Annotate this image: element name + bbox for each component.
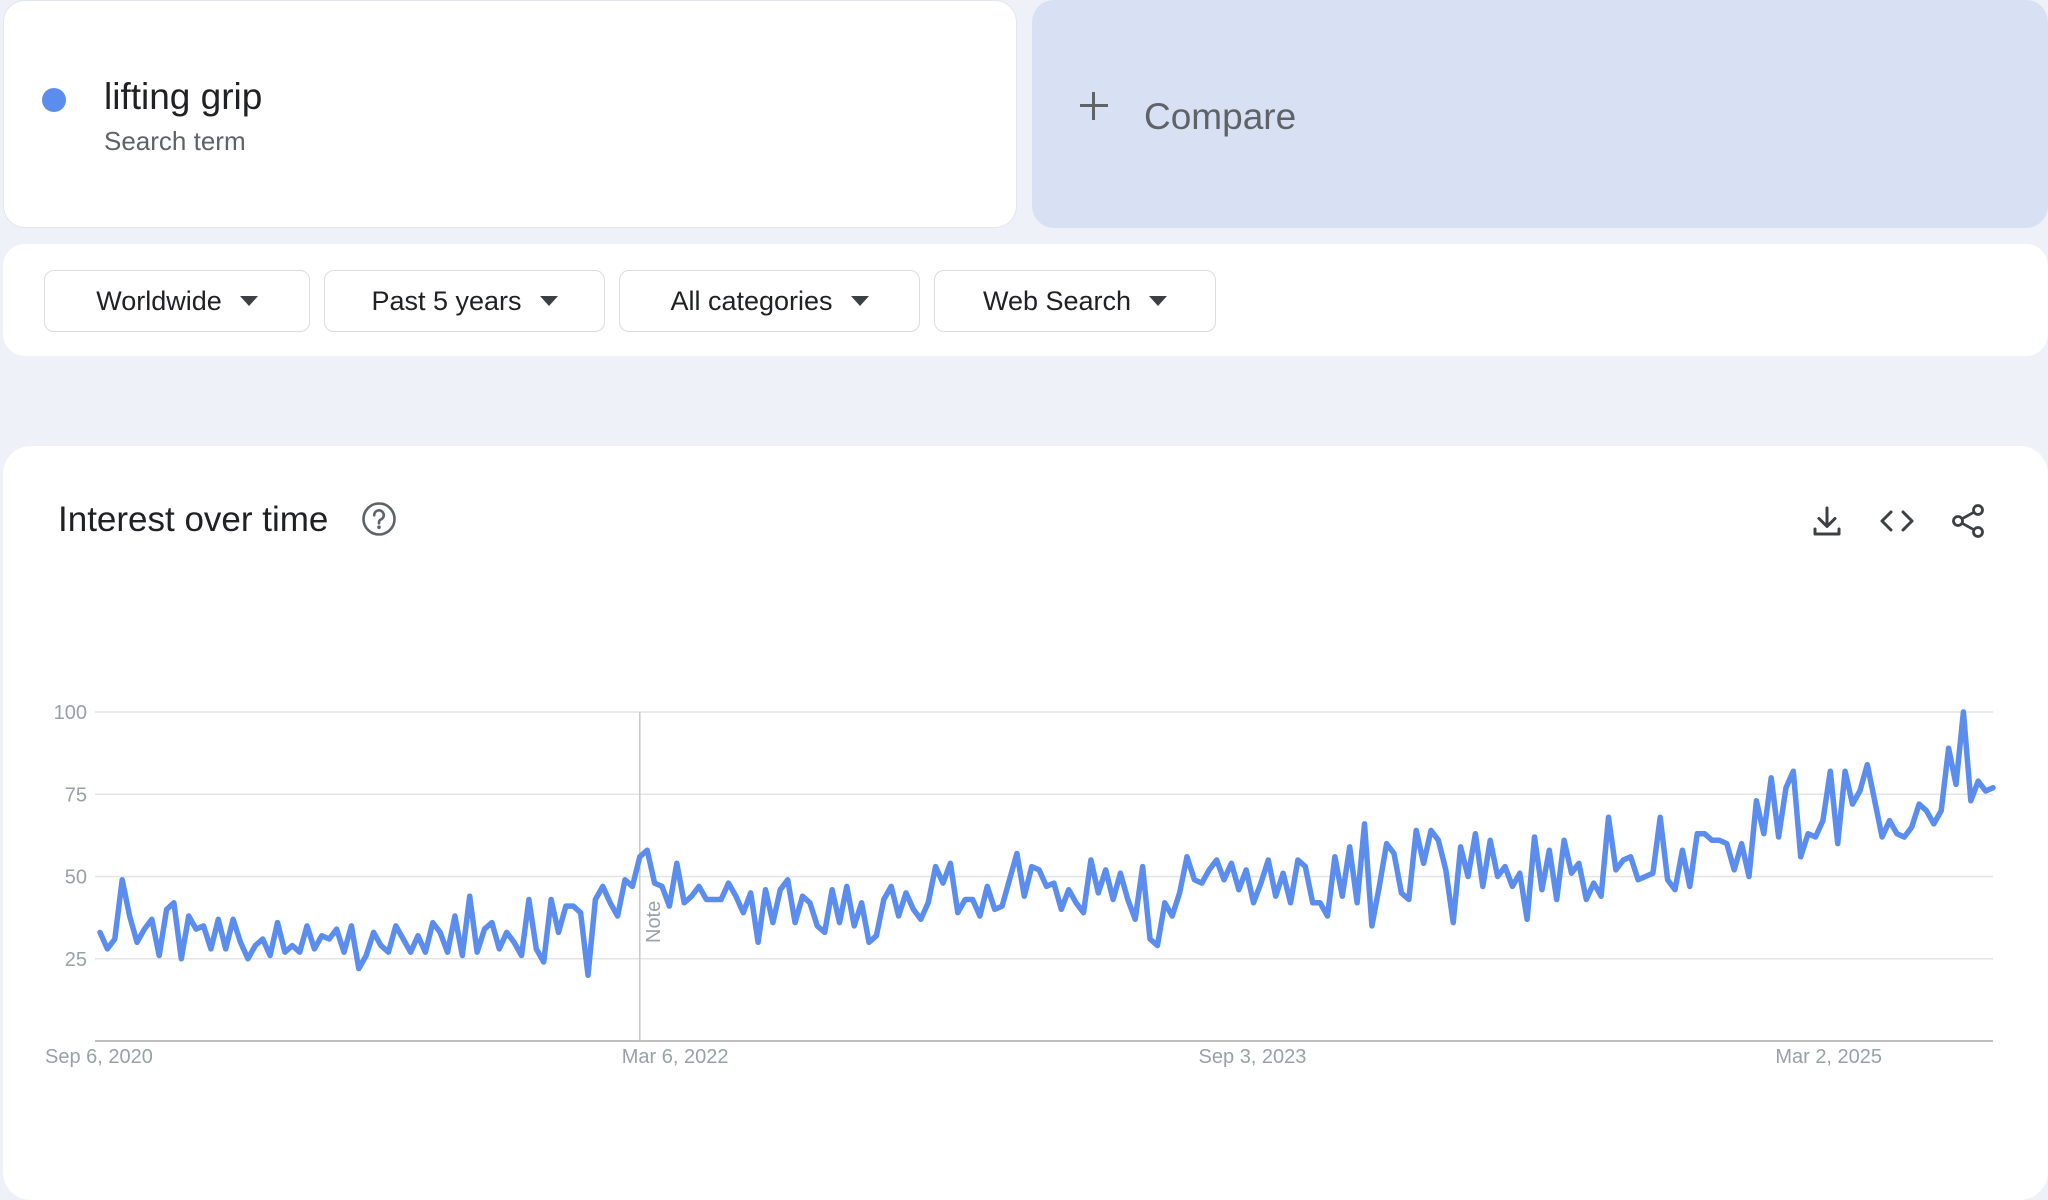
caret-down-icon [1149,296,1168,306]
caret-down-icon [539,296,558,306]
y-tick-label: 75 [65,784,87,806]
y-tick-label: 25 [65,949,87,971]
chart-panel-title: Interest over time [58,500,329,539]
series-line-lifting-grip [97,709,1996,978]
download-icon[interactable] [1808,502,1846,540]
share-icon[interactable] [1949,502,1987,540]
plus-icon [1078,90,1110,122]
y-tick-label: 50 [65,867,87,889]
search-type-filter-dropdown[interactable]: Web Search [934,270,1216,332]
help-circle-icon[interactable] [360,500,398,538]
note-label: Note [643,901,665,943]
x-tick-label: Sep 3, 2023 [1199,1046,1307,1068]
x-tick-label: Sep 6, 2020 [45,1046,153,1068]
x-tick-label: Mar 6, 2022 [622,1046,729,1068]
region-filter-label: Worldwide [96,285,222,316]
embed-code-icon[interactable] [1878,502,1916,540]
search-term-name[interactable]: lifting grip [104,76,262,118]
series-color-dot [42,88,66,112]
x-tick-label: Mar 2, 2025 [1775,1046,1882,1068]
region-filter-dropdown[interactable]: Worldwide [44,270,310,332]
interest-over-time-chart: Note 25 50 75 100 Sep 6, 2020 Mar 6, 2022 Sep … [45,702,1996,1068]
caret-down-icon [239,296,258,306]
category-filter-dropdown[interactable]: All categories [619,270,920,332]
search-term-type: Search term [104,126,246,156]
caret-down-icon [850,296,869,306]
time-range-filter-label: Past 5 years [371,285,522,316]
search-type-filter-label: Web Search [982,285,1132,316]
y-tick-label: 100 [54,702,87,724]
compare-label[interactable]: Compare [1144,96,1296,138]
category-filter-label: All categories [670,285,833,316]
time-range-filter-dropdown[interactable]: Past 5 years [324,270,605,332]
